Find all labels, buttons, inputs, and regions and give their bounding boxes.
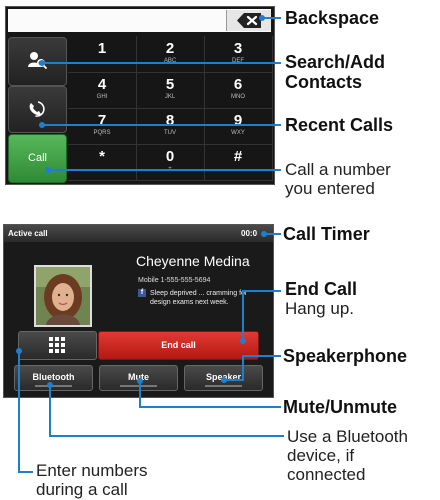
callout-recent-calls: Recent Calls [285,115,394,135]
callout-line-speaker [224,355,281,381]
callout-end-call: End Call [285,279,358,299]
callout-speakerphone: Speakerphone [283,346,408,366]
callout-search-add-line1: Search/Add [285,52,386,72]
callout-end-call-desc: Hang up. [285,299,354,318]
callout-search-add-line2: Contacts [285,72,363,92]
callout-enter-numbers-line1: Enter numbers [36,461,148,480]
callout-line-enter-numbers [18,351,33,473]
callout-lines [16,15,284,473]
callout-backspace: Backspace [285,8,380,28]
callout-line-endcall [242,290,281,341]
callout-line-mute [139,381,281,408]
callout-bluetooth-line3: connected [287,465,366,484]
callout-enter-numbers-line2: during a call [36,480,128,499]
callout-call-number-line1: Call a number [285,160,391,179]
callout-mute-unmute: Mute/Unmute [283,397,397,417]
callout-line-bluetooth [49,385,284,437]
callout-bluetooth-line1: Use a Bluetooth [287,427,408,446]
callout-bluetooth-line2: device, if [287,446,355,465]
callout-call-number-line2: you entered [285,179,375,198]
callout-call-timer: Call Timer [283,224,370,244]
